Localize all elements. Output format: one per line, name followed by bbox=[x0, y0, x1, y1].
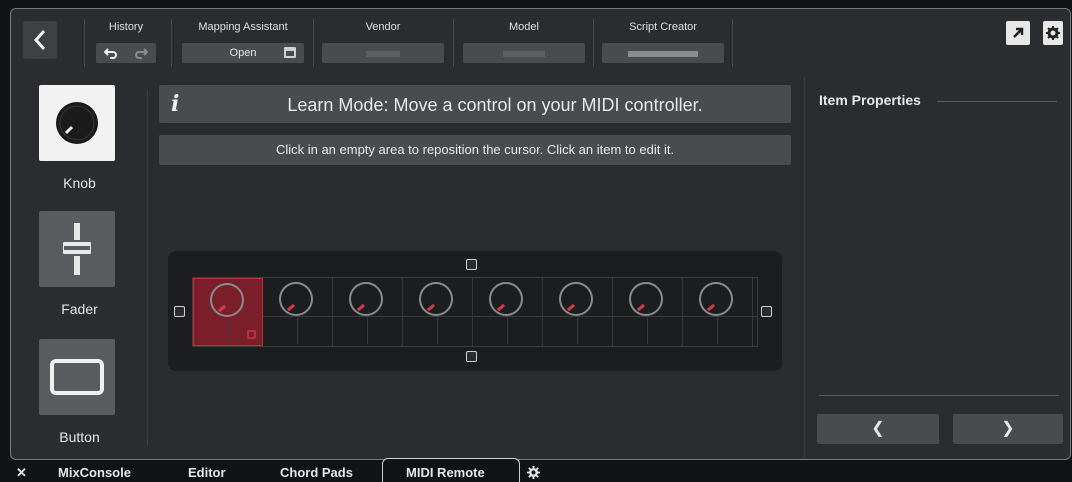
separator bbox=[171, 19, 172, 67]
model-value-redacted bbox=[503, 51, 545, 57]
redo-icon[interactable] bbox=[134, 47, 148, 59]
script-creator-value-redacted bbox=[628, 51, 698, 57]
surface-element-palette: Knob Fader Button bbox=[11, 77, 148, 447]
mapping-assistant-open-button[interactable]: Open bbox=[182, 43, 304, 63]
surface-canvas[interactable] bbox=[168, 251, 782, 371]
button-icon bbox=[50, 359, 104, 395]
knob-icon bbox=[699, 282, 733, 316]
knob-icon bbox=[489, 282, 523, 316]
resize-handle-left[interactable] bbox=[174, 306, 185, 317]
model-label: Model bbox=[509, 21, 539, 33]
tab-chord-pads[interactable]: Chord Pads bbox=[280, 465, 353, 480]
knob-indicator bbox=[566, 303, 576, 312]
previous-item-button[interactable]: ❮ bbox=[817, 414, 939, 444]
knob-control[interactable] bbox=[333, 278, 403, 346]
knob-control[interactable] bbox=[613, 278, 683, 346]
history-label: History bbox=[108, 21, 144, 33]
grid-line bbox=[577, 318, 578, 344]
knob-indicator bbox=[286, 303, 296, 312]
grid-line bbox=[228, 319, 229, 345]
tab-mixconsole[interactable]: MixConsole bbox=[58, 465, 131, 480]
separator bbox=[84, 19, 85, 67]
gear-icon[interactable] bbox=[527, 466, 540, 479]
bottom-tab-bar: ✕ MixConsole Editor Chord Pads MIDI Remo… bbox=[0, 458, 1072, 482]
close-icon[interactable]: ✕ bbox=[16, 465, 27, 481]
chevron-left-icon bbox=[33, 30, 46, 50]
back-button[interactable] bbox=[23, 21, 57, 59]
divider bbox=[819, 395, 1059, 396]
selected-resize-handle[interactable] bbox=[247, 330, 256, 339]
item-properties-title: Item Properties bbox=[819, 92, 921, 108]
separator bbox=[147, 89, 148, 445]
grid-line bbox=[437, 318, 438, 344]
fader-tool[interactable] bbox=[39, 211, 115, 287]
knob-icon bbox=[629, 282, 663, 316]
history-controls bbox=[96, 43, 156, 63]
resize-handle-top[interactable] bbox=[466, 259, 477, 270]
knob-indicator bbox=[496, 303, 506, 312]
midi-remote-window: History Mapping Assistant Open Vendor Mo… bbox=[10, 8, 1071, 460]
knob-indicator bbox=[356, 303, 366, 312]
knob-icon bbox=[56, 102, 98, 144]
grid-line bbox=[367, 318, 368, 344]
tab-midi-remote[interactable]: MIDI Remote bbox=[406, 465, 485, 480]
vendor-label: Vendor bbox=[365, 21, 401, 33]
button-tool-label: Button bbox=[59, 429, 100, 445]
script-creator-label: Script Creator bbox=[629, 21, 697, 33]
knob-control[interactable] bbox=[683, 278, 753, 346]
gear-icon bbox=[1046, 26, 1060, 40]
separator bbox=[593, 19, 594, 67]
grid-line bbox=[507, 318, 508, 344]
hint-text: Click in an empty area to reposition the… bbox=[159, 135, 791, 165]
knob-indicator bbox=[426, 303, 436, 312]
vendor-dropdown[interactable] bbox=[322, 43, 444, 63]
knob-icon bbox=[279, 282, 313, 316]
learn-mode-banner: i Learn Mode: Move a control on your MID… bbox=[159, 85, 791, 123]
grid-line bbox=[297, 318, 298, 344]
settings-button[interactable] bbox=[1043, 21, 1063, 45]
toolbar: History Mapping Assistant Open Vendor Mo… bbox=[11, 9, 1070, 77]
arrow-up-right-icon bbox=[1013, 27, 1024, 38]
knob-control[interactable] bbox=[543, 278, 613, 346]
knob-indicator bbox=[706, 303, 716, 312]
info-icon: i bbox=[171, 91, 180, 117]
divider bbox=[937, 101, 1057, 102]
resize-handle-right[interactable] bbox=[761, 306, 772, 317]
script-creator-dropdown[interactable] bbox=[602, 43, 724, 63]
open-label: Open bbox=[229, 47, 257, 59]
knob-control[interactable] bbox=[263, 278, 333, 346]
separator bbox=[732, 19, 733, 67]
grid-line bbox=[647, 318, 648, 344]
knob-icon bbox=[419, 282, 453, 316]
separator bbox=[313, 19, 314, 67]
learn-mode-text: Learn Mode: Move a control on your MIDI … bbox=[287, 95, 703, 115]
knob-icon bbox=[210, 283, 244, 317]
knob-tool[interactable] bbox=[39, 85, 115, 161]
vendor-value-redacted bbox=[366, 51, 400, 57]
item-properties-panel: Item Properties ❮ ❯ bbox=[804, 77, 1070, 457]
button-tool[interactable] bbox=[39, 339, 115, 415]
knob-tool-label: Knob bbox=[63, 175, 96, 191]
grid-line bbox=[717, 318, 718, 344]
separator bbox=[453, 19, 454, 67]
knob-control[interactable] bbox=[473, 278, 543, 346]
knob-indicator bbox=[217, 304, 227, 313]
model-dropdown[interactable] bbox=[463, 43, 585, 63]
open-external-button[interactable] bbox=[1006, 21, 1030, 45]
mapping-assistant-label: Mapping Assistant bbox=[198, 21, 288, 33]
knob-strip bbox=[192, 277, 758, 347]
knob-icon bbox=[559, 282, 593, 316]
fader-tool-label: Fader bbox=[61, 301, 98, 317]
knob-icon bbox=[349, 282, 383, 316]
undo-icon[interactable] bbox=[104, 47, 118, 59]
fader-icon bbox=[61, 223, 93, 275]
tab-editor[interactable]: Editor bbox=[188, 465, 226, 480]
calendar-icon bbox=[284, 47, 296, 58]
knob-control[interactable] bbox=[193, 278, 263, 346]
resize-handle-bottom[interactable] bbox=[466, 351, 477, 362]
next-item-button[interactable]: ❯ bbox=[953, 414, 1063, 444]
knob-control[interactable] bbox=[403, 278, 473, 346]
knob-indicator bbox=[636, 303, 646, 312]
